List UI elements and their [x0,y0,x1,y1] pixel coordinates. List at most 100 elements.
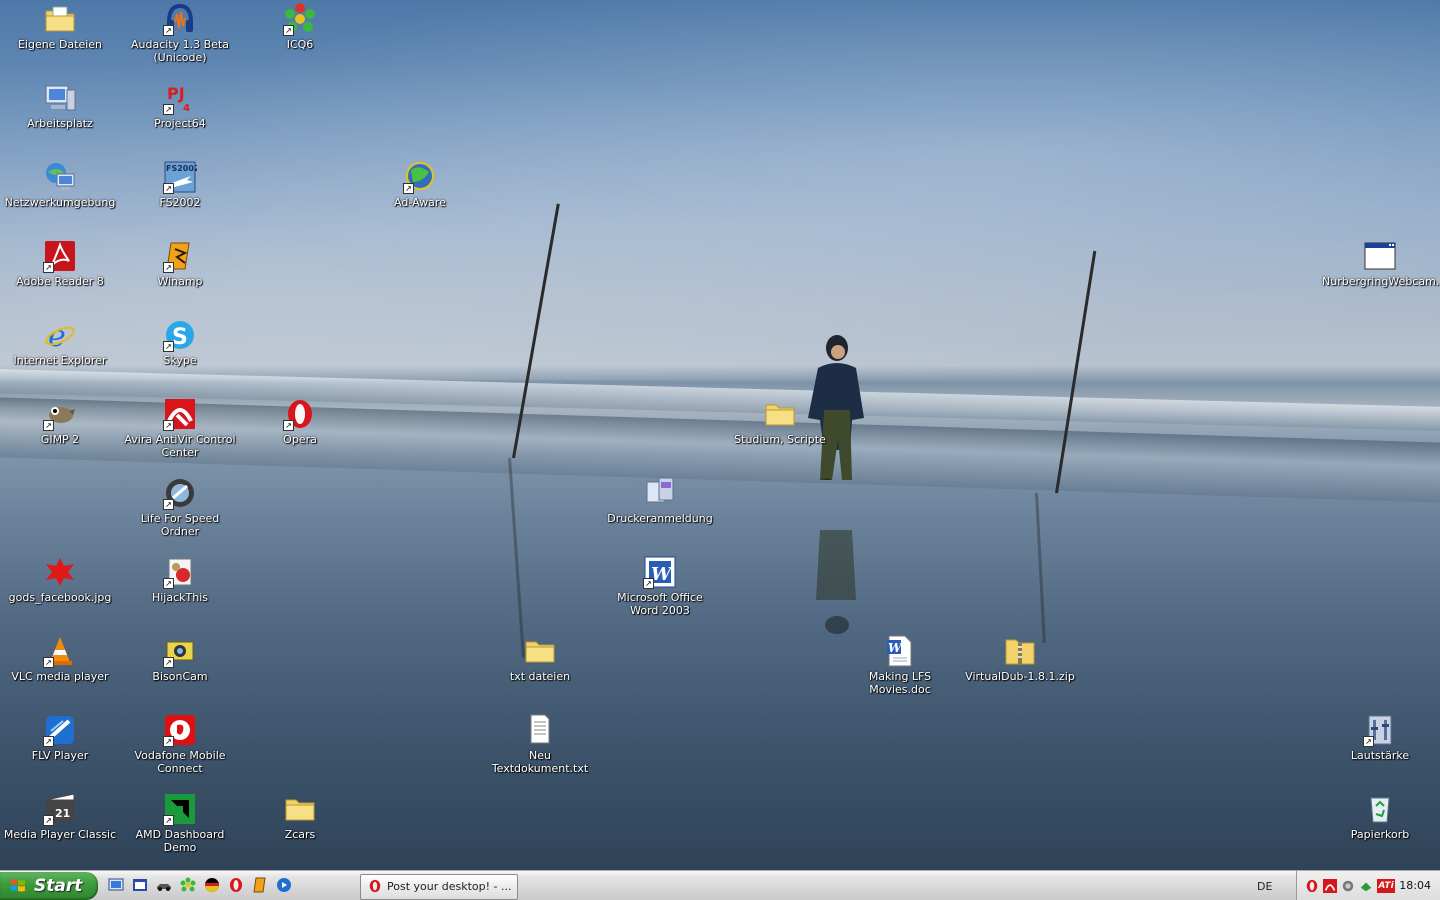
ati-tray-icon[interactable]: ATi [1377,879,1395,893]
shortcut-arrow-icon: ↗ [43,420,54,431]
svg-text:W: W [888,641,903,655]
germany-flag-icon[interactable] [204,877,220,893]
desktop-icon-lautstaerke[interactable]: ↗ Lautstärke [1320,713,1440,762]
shortcut-arrow-icon: ↗ [1363,736,1374,747]
desktop-icon-label: Opera [283,433,317,446]
desktop-icon-eigene-dateien[interactable]: Eigene Dateien [0,2,120,51]
desktop-icon-label: FS2002 [159,196,201,209]
desktop-icon-label: HijackThis [151,591,209,604]
desktop-icon-virtualdub-zip[interactable]: VirtualDub-1.8.1.zip [960,634,1080,683]
gimp-icon: ↗ [43,397,77,431]
network-icon [43,160,77,194]
app-window-icon[interactable] [132,877,148,893]
desktop-icon-fs2002[interactable]: FS2002 ↗ FS2002 [120,160,240,209]
desktop-icon-media-player-classic[interactable]: 21 ↗ Media Player Classic [0,792,120,841]
desktop-icon-label: Life For Speed Ordner [140,512,220,538]
desktop-icon-internet-explorer[interactable]: e Internet Explorer [0,318,120,367]
desktop-icon-arbeitsplatz[interactable]: Arbeitsplatz [0,81,120,130]
clock[interactable]: 18:04 [1399,879,1431,892]
desktop-icon-winamp[interactable]: ↗ Winamp [120,239,240,288]
desktop-icon-amd-dashboard[interactable]: ↗ AMD Dashboard Demo [120,792,240,854]
avira-tray-icon[interactable] [1323,879,1337,893]
desktop-icon-label: Eigene Dateien [17,38,103,51]
opera-icon[interactable] [228,877,244,893]
bisoncam-icon: ↗ [163,634,197,668]
folder-icon [523,634,557,668]
word-document-icon: W [883,634,917,668]
desktop-icon-nurbergring-webcam[interactable]: NurbergringWebcam.... [1320,239,1440,288]
svg-text:4: 4 [183,103,190,114]
desktop-icon-project64[interactable]: PJ 4 ↗ Project64 [120,81,240,130]
desktop-icon-label: Netzwerkumgebung [4,196,116,209]
desktop-icon-txt-dateien[interactable]: txt dateien [480,634,600,683]
shortcut-arrow-icon: ↗ [163,25,174,36]
desktop-icon-netzwerkumgebung[interactable]: Netzwerkumgebung [0,160,120,209]
desktop-icon-skype[interactable]: S ↗ Skype [120,318,240,367]
desktop-icon-studium-scripte[interactable]: Studium, Scripte [720,397,840,446]
racing-car-icon[interactable] [156,877,172,893]
vodafone-icon: ↗ [163,713,197,747]
zip-folder-icon [1003,634,1037,668]
desktop-icon-papierkorb[interactable]: Papierkorb [1320,792,1440,841]
my-computer-icon [43,81,77,115]
show-desktop-icon[interactable] [108,877,124,893]
icq-flower-icon: ↗ [283,2,317,36]
internet-explorer-icon: e [43,318,77,354]
skype-icon: S ↗ [163,318,197,352]
shortcut-arrow-icon: ↗ [43,657,54,668]
svg-text:S: S [172,325,188,350]
folder-icon [283,792,317,826]
opera-icon [369,879,381,893]
audacity-icon: ↗ [163,2,197,36]
desktop-icon-label: NurbergringWebcam.... [1322,275,1440,288]
fishing-rod-left-reflection [508,457,525,658]
language-indicator[interactable]: DE [1257,880,1272,893]
adobe-reader-icon: ↗ [43,239,77,273]
desktop-icon-gimp[interactable]: ↗ GIMP 2 [0,397,120,446]
desktop-icon-label: Druckeranmeldung [607,512,713,525]
shortcut-arrow-icon: ↗ [283,25,294,36]
desktop-icon-vodafone[interactable]: ↗ Vodafone Mobile Connect [120,713,240,775]
desktop-icon-audacity[interactable]: ↗ Audacity 1.3 Beta (Unicode) [120,2,240,64]
desktop-icon-opera[interactable]: ↗ Opera [240,397,360,446]
network-tray-icon[interactable] [1341,879,1355,893]
icq-icon[interactable] [180,877,196,893]
folder-documents-icon [43,2,77,36]
desktop-icon-life-for-speed[interactable]: ↗ Life For Speed Ordner [120,476,240,538]
desktop-icon-adobe-reader[interactable]: ↗ Adobe Reader 8 [0,239,120,288]
desktop-icon-vlc[interactable]: ↗ VLC media player [0,634,120,683]
svg-text:21: 21 [55,807,70,820]
desktop-icon-gods-facebook[interactable]: gods_facebook.jpg [0,555,120,604]
winamp-icon: ↗ [163,239,197,273]
desktop-icon-ad-aware[interactable]: ↗ Ad-Aware [360,160,480,209]
taskbar-window-button[interactable]: Post your desktop! - ... [360,874,518,900]
desktop-icon-icq6[interactable]: ↗ ICQ6 [240,2,360,51]
start-button[interactable]: Start [0,872,98,900]
desktop-icon-label: Adobe Reader 8 [16,275,104,288]
desktop-icon-neu-textdokument[interactable]: Neu Textdokument.txt [480,713,600,775]
avira-umbrella-icon: ↗ [163,397,197,431]
desktop-icon-zcars[interactable]: Zcars [240,792,360,841]
desktop-icon-label: VirtualDub-1.8.1.zip [965,670,1075,683]
opera-tray-icon[interactable] [1305,879,1319,893]
desktop-icon-hijackthis[interactable]: ↗ HijackThis [120,555,240,604]
desktop-icon-flv-player[interactable]: ↗ FLV Player [0,713,120,762]
project64-icon: PJ 4 ↗ [163,81,197,115]
desktop-icon-ms-word-2003[interactable]: W ↗ Microsoft Office Word 2003 [600,555,720,617]
desktop-icon-label: Neu Textdokument.txt [491,749,589,775]
shortcut-arrow-icon: ↗ [163,578,174,589]
desktop-icon-making-lfs-movies[interactable]: W Making LFS Movies.doc [840,634,960,696]
security-tray-icon[interactable] [1359,879,1373,893]
media-icon[interactable] [276,877,292,893]
desktop-icon-label: Winamp [157,275,203,288]
desktop-icon-label: Project64 [154,117,206,130]
desktop-icon-druckeranmeldung[interactable]: Druckeranmeldung [600,476,720,525]
desktop-icon-label: Skype [163,354,197,367]
desktop-icon-avira[interactable]: ↗ Avira AntiVir Control Center [120,397,240,459]
desktop-icon-bisoncam[interactable]: ↗ BisonCam [120,634,240,683]
recycle-bin-icon [1363,792,1397,826]
desktop-icon-label: AMD Dashboard Demo [135,828,225,854]
desktop-icon-label: gods_facebook.jpg [8,591,112,604]
amd-dashboard-icon: ↗ [163,792,197,826]
winamp-icon[interactable] [252,877,268,893]
